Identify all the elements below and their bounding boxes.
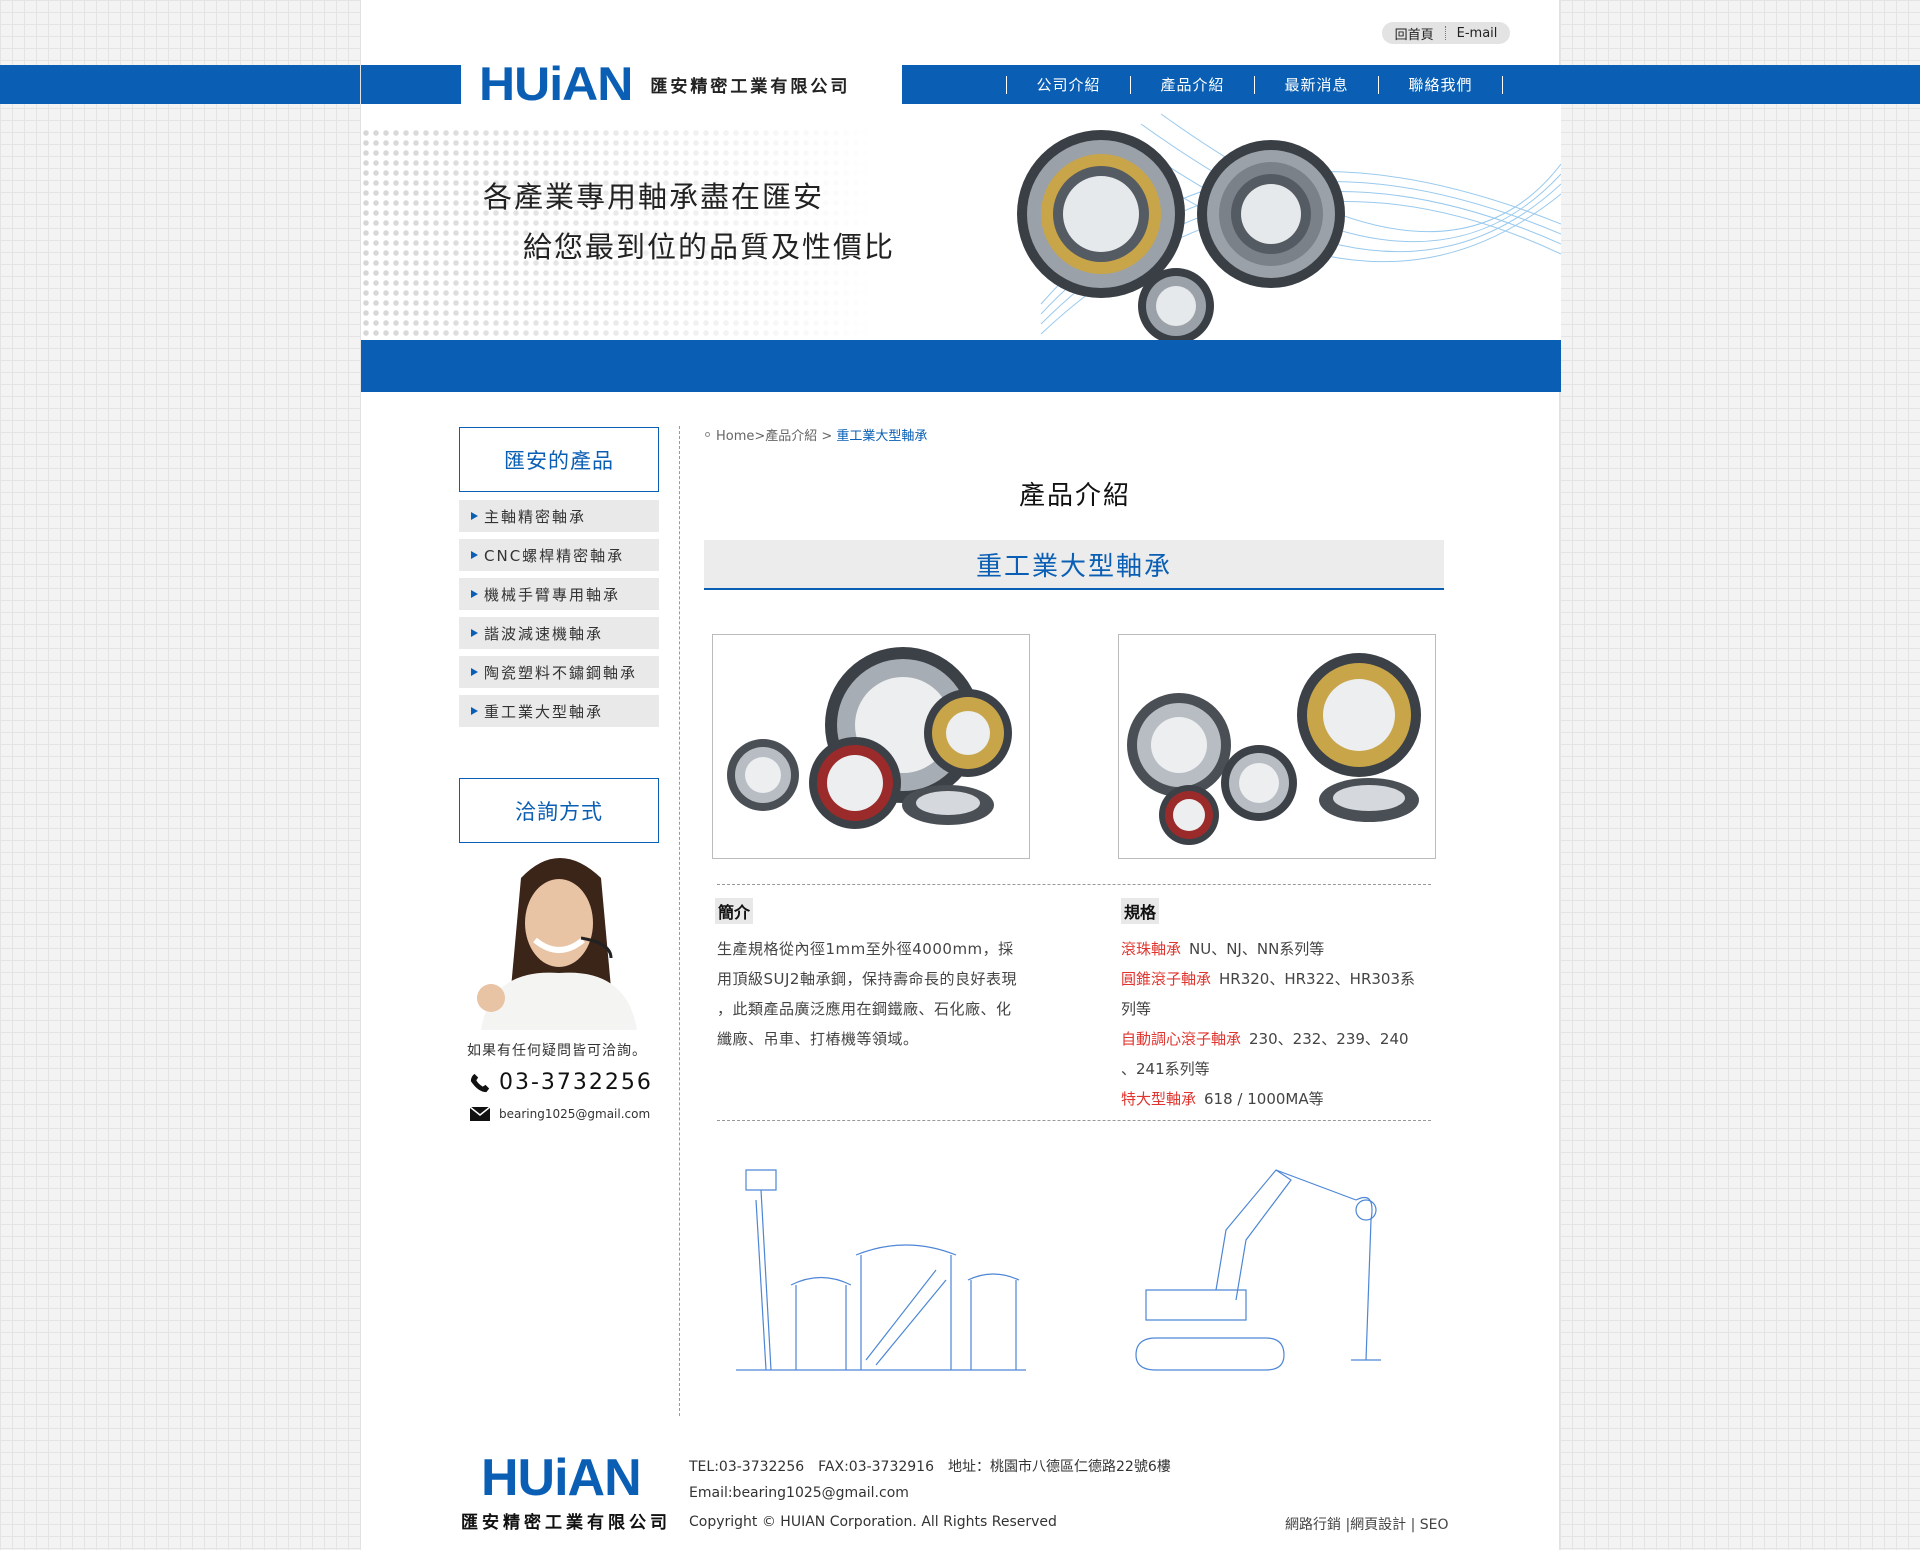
nav-item-news[interactable]: 最新消息 [1255,74,1378,95]
intro-text: 生產規格從內徑1mm至外徑4000mm，採 用頂級SUJ2軸承鋼，保持壽命長的良… [717,934,1037,1054]
triangle-right-icon [471,629,478,637]
spec-value: NU、NJ、NN系列等 [1189,940,1325,958]
spec-list: 滾珠軸承 NU、NJ、NN系列等 圓錐滾子軸承 HR320、HR322、HR303系… [1121,934,1439,1114]
banner-footer-band [361,340,1561,392]
product-photo-1 [712,634,1030,859]
spec-row: 特大型軸承 618 / 1000MA等 [1121,1084,1439,1114]
nav-item-products[interactable]: 產品介紹 [1131,74,1254,95]
spec-row: 圓錐滾子軸承 HR320、HR322、HR303系 [1121,964,1439,994]
footer-email: Email:bearing1025@gmail.com [689,1485,909,1501]
intro-line: 用頂級SUJ2軸承鋼，保持壽命長的良好表現 [717,970,1017,988]
triangle-right-icon [471,668,478,676]
spec-value: 230、232、239、240 [1249,1030,1409,1048]
sidebar-item-label: 重工業大型軸承 [484,702,604,721]
product-menu: 主軸精密軸承 CNC螺桿精密軸承 機械手臂專用軸承 諧波減速機軸承 陶瓷塑料不鏽… [459,500,659,734]
bearing-banner-image [1017,113,1561,344]
breadcrumb-current: 重工業大型軸承 [836,429,928,444]
sidebar-item-label: CNC螺桿精密軸承 [484,546,625,565]
hero-banner: 各產業專用軸承盡在匯安 給您最到位的品質及性價比 [361,104,1561,392]
nav-item-contact[interactable]: 聯絡我們 [1379,74,1502,95]
phone-icon [470,1073,490,1092]
breadcrumb-trail[interactable]: Home>產品介紹 > [716,425,832,444]
sidebar-item-label: 諧波減速機軸承 [484,624,604,643]
nav-divider [1502,75,1503,94]
top-links: 回首頁 E-mail [1382,22,1510,44]
footer-company-name: 匯安精密工業有限公司 [461,1513,671,1533]
spec-name: 特大型軸承 [1121,1090,1197,1108]
triangle-right-icon [471,590,478,598]
company-name: 匯安精密工業有限公司 [650,77,851,97]
triangle-right-icon [471,551,478,559]
section-divider [717,884,1431,885]
intro-line: ，此類產品廣泛應用在鋼鐵廠、石化廠、化 [717,1000,1012,1018]
main-nav: 公司介紹 產品介紹 最新消息 聯絡我們 [1006,65,1503,104]
banner-subline: 給您最到位的品質及性價比 [523,230,896,264]
bullet-icon [705,432,710,437]
sidebar-item-robot-arm[interactable]: 機械手臂專用軸承 [459,578,659,610]
spec-name: 圓錐滾子軸承 [1121,970,1212,988]
banner-headline: 各產業專用軸承盡在匯安 [483,180,825,214]
excavator-illustration [1135,1169,1381,1371]
sidebar-item-ceramic[interactable]: 陶瓷塑料不鏽鋼軸承 [459,656,659,688]
footer-links[interactable]: 網路行銷 |網頁設計 | SEO [1285,1514,1449,1534]
envelope-icon [469,1106,491,1121]
contact-heading: 洽詢方式 [459,778,659,843]
products-heading: 匯安的產品 [459,427,659,492]
footer-contact-line: TEL:03-3732256 FAX:03-3732916 地址：桃園市八德區仁… [689,1459,1171,1475]
sidebar-item-label: 主軸精密軸承 [484,507,587,526]
phone-text: 03-3732256 [499,1070,653,1095]
phone-number[interactable]: 03-3732256 [469,1070,653,1095]
plant-illustration [736,1169,1026,1371]
email-link[interactable]: E-mail [1457,26,1498,41]
spec-value: 618 / 1000MA等 [1204,1090,1324,1108]
spec-name: 滾珠軸承 [1121,940,1182,958]
sidebar-item-spindle[interactable]: 主軸精密軸承 [459,500,659,532]
column-divider [679,426,680,1416]
sidebar-item-cnc[interactable]: CNC螺桿精密軸承 [459,539,659,571]
triangle-right-icon [471,512,478,520]
email-text: bearing1025@gmail.com [499,1107,651,1121]
spec-continuation: 、241系列等 [1121,1060,1210,1078]
section-divider [717,1120,1431,1121]
intro-label: 簡介 [715,898,754,924]
support-agent-photo [461,848,657,1030]
contact-note: 如果有任何疑問皆可洽詢。 [467,1043,647,1059]
triangle-right-icon [471,707,478,715]
spec-value: HR320、HR322、HR303系 [1219,970,1416,988]
sidebar-item-heavy-industry[interactable]: 重工業大型軸承 [459,695,659,727]
intro-line: 生產規格從內徑1mm至外徑4000mm，採 [717,940,1014,958]
sidebar-item-label: 機械手臂專用軸承 [484,585,621,604]
logo-mark: HUiAN [479,57,633,111]
page-container: 回首頁 E-mail HUiAN 匯安精密工業有限公司 公司介紹 產品介紹 最新… [360,0,1561,1550]
spec-label: 規格 [1121,898,1160,924]
spec-name: 自動調心滾子軸承 [1121,1030,1242,1048]
footer-logo[interactable]: HUiAN [481,1448,642,1508]
spec-row: 滾珠軸承 NU、NJ、NN系列等 [1121,934,1439,964]
email-address[interactable]: bearing1025@gmail.com [469,1106,650,1122]
breadcrumb: Home>產品介紹 > 重工業大型軸承 [705,425,927,444]
home-link[interactable]: 回首頁 [1395,24,1434,43]
sidebar-item-label: 陶瓷塑料不鏽鋼軸承 [484,663,638,682]
page-title: 產品介紹 [1018,481,1131,511]
divider [1444,26,1446,40]
product-photo-2 [1118,634,1436,859]
sidebar-item-harmonic[interactable]: 諧波減速機軸承 [459,617,659,649]
copyright: Copyright © HUIAN Corporation. All Right… [689,1514,1057,1530]
category-title: 重工業大型軸承 [704,540,1444,590]
nav-item-about[interactable]: 公司介紹 [1007,74,1130,95]
spec-continuation: 列等 [1121,1000,1152,1018]
spec-row: 自動調心滾子軸承 230、232、239、240 [1121,1024,1439,1054]
logo[interactable]: HUiAN 匯安精密工業有限公司 [461,57,902,111]
intro-line: 纖廠、吊車、打樁機等領域。 [717,1030,919,1048]
header-bar: HUiAN 匯安精密工業有限公司 公司介紹 產品介紹 最新消息 聯絡我們 [361,57,1561,111]
